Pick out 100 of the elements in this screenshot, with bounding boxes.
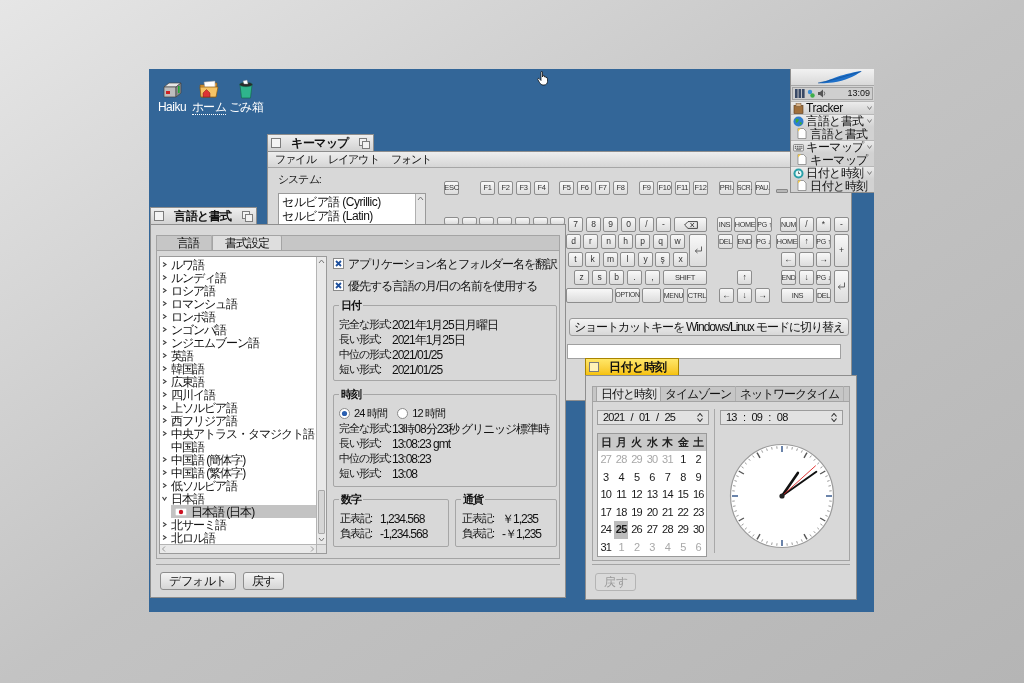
calendar-day[interactable]: 24 <box>598 521 613 539</box>
calendar-day[interactable]: 7 <box>660 468 675 486</box>
chevron-right-icon[interactable] <box>162 522 167 527</box>
tree-row[interactable]: 日本語 <box>160 492 316 505</box>
calendar-day[interactable]: 21 <box>660 503 675 521</box>
close-box-icon[interactable] <box>589 362 599 372</box>
calendar-day[interactable]: 30 <box>691 521 706 539</box>
chevron-right-icon[interactable] <box>162 288 167 293</box>
calendar-day[interactable]: 25 <box>613 521 629 539</box>
menu-item[interactable]: フォント <box>390 154 432 165</box>
tree-row[interactable]: 韓国語 <box>160 362 316 375</box>
dialog-button[interactable]: 戻す <box>242 572 284 590</box>
calendar-day[interactable]: 6 <box>644 468 660 486</box>
radio-label[interactable]: 12 時間 <box>412 408 446 419</box>
calendar-day[interactable]: 28 <box>660 521 675 539</box>
tree-row[interactable]: ロシア語 <box>160 284 316 297</box>
logo-strip[interactable] <box>791 69 874 86</box>
tree-row[interactable]: ルンディ語 <box>160 271 316 284</box>
tree-row[interactable]: 中国語 (簡体字) <box>160 453 316 466</box>
radio-label[interactable]: 24 時間 <box>354 408 388 419</box>
checkbox-label[interactable]: 優先する言語の月/日の名前を使用する <box>348 279 538 292</box>
calendar-day[interactable]: 12 <box>629 486 644 504</box>
tab[interactable]: ネットワークタイム <box>736 386 844 401</box>
calendar-day[interactable]: 3 <box>598 468 613 486</box>
tree-row[interactable]: 四川イ語 <box>160 388 316 401</box>
list-item[interactable]: セルビア語 (Latin) <box>279 209 415 223</box>
chevron-right-icon[interactable] <box>162 535 167 540</box>
tree-row[interactable]: ンゴンバ語 <box>160 323 316 336</box>
tree-row[interactable]: 上ソルビア語 <box>160 401 316 414</box>
chevron-right-icon[interactable] <box>162 392 167 397</box>
calendar-day[interactable]: 29 <box>675 521 691 539</box>
radio-button[interactable] <box>339 408 350 419</box>
list-item[interactable]: セルビア語 (Cyrillic) <box>279 195 415 209</box>
tree-row[interactable]: 中央アトラス・タマジクト語 <box>160 427 316 440</box>
tree-row[interactable]: 日本語 (日本) <box>171 505 316 518</box>
tab[interactable]: 書式設定 <box>212 235 282 250</box>
deskbar-item[interactable]: キーマップ <box>791 140 874 153</box>
chevron-right-icon[interactable] <box>162 262 167 267</box>
chevron-right-icon[interactable] <box>162 314 167 319</box>
checkbox[interactable] <box>333 280 344 291</box>
calendar-day[interactable]: 26 <box>629 521 644 539</box>
chevron-right-icon[interactable] <box>162 418 167 423</box>
calendar-day[interactable]: 27 <box>644 521 660 539</box>
calendar-day[interactable]: 16 <box>691 486 706 504</box>
calendar-day[interactable]: 2 <box>691 451 706 469</box>
calendar-day[interactable]: 4 <box>613 468 629 486</box>
calendar-day[interactable]: 14 <box>660 486 675 504</box>
spinner-arrows-icon[interactable] <box>831 413 837 422</box>
spinner-arrows-icon[interactable] <box>697 413 703 422</box>
clock-text[interactable]: 13:09 <box>847 89 870 98</box>
desktop-icon-label[interactable]: Haiku <box>157 101 187 115</box>
deskbar-item[interactable]: 言語と書式 <box>791 114 874 127</box>
chevron-right-icon[interactable] <box>162 379 167 384</box>
tree-row[interactable]: ルワ語 <box>160 258 316 271</box>
tree-row[interactable]: 中国語 (繁体字) <box>160 466 316 479</box>
radio-button[interactable] <box>397 408 409 419</box>
overlapping-squares-icon[interactable] <box>358 137 370 149</box>
chevron-right-icon[interactable] <box>162 483 167 488</box>
home-folder-icon[interactable] <box>199 79 219 99</box>
calendar-day[interactable]: 19 <box>629 503 644 521</box>
dialog-button[interactable]: デフォルト <box>160 572 236 590</box>
calendar-day[interactable]: 10 <box>598 486 613 504</box>
calendar-day[interactable]: 20 <box>644 503 660 521</box>
calendar-day[interactable]: 9 <box>691 468 706 486</box>
checkbox-label[interactable]: アプリケーション名とフォルダー名を翻訳 <box>348 257 557 270</box>
shortcut-mode-button[interactable]: ショートカットキーを Windows/Linux モードに切り替え <box>568 318 849 336</box>
chevron-right-icon[interactable] <box>162 301 167 306</box>
chevron-right-icon[interactable] <box>162 405 167 410</box>
tree-row[interactable]: 北ロル語 <box>160 531 316 544</box>
scrollbar-thumb[interactable] <box>318 490 325 534</box>
calendar-day[interactable]: 18 <box>613 503 629 521</box>
tree-row[interactable]: 広東語 <box>160 375 316 388</box>
chevron-right-icon[interactable] <box>162 431 167 436</box>
tab[interactable]: 日付と時刻 <box>596 386 661 401</box>
chevron-right-icon[interactable] <box>162 275 167 280</box>
hard-disk-icon[interactable] <box>162 79 182 99</box>
bars-icon[interactable] <box>795 89 805 98</box>
chevron-right-icon[interactable] <box>162 327 167 332</box>
calendar-day[interactable]: 17 <box>598 503 613 521</box>
calendar-day[interactable]: 15 <box>675 486 691 504</box>
chevron-right-icon[interactable] <box>162 340 167 345</box>
chevron-right-icon[interactable] <box>162 457 167 462</box>
time-field[interactable]: 13 : 09 : 08 <box>720 410 843 425</box>
tree-row[interactable]: 中国語 <box>160 440 316 453</box>
chevron-right-icon[interactable] <box>162 353 167 358</box>
speaker-icon[interactable] <box>817 89 826 98</box>
tree-row[interactable]: 西フリジア語 <box>160 414 316 427</box>
tree-row[interactable]: ロマンシュ語 <box>160 297 316 310</box>
close-box-icon[interactable] <box>271 138 281 148</box>
text-input-field[interactable] <box>567 344 841 359</box>
deskbar-item[interactable]: 日付と時刻 <box>791 166 874 179</box>
chevron-right-icon[interactable] <box>162 366 167 371</box>
deskbar-item[interactable]: Tracker <box>791 101 874 114</box>
tree-row[interactable]: 北サーミ語 <box>160 518 316 531</box>
menu-item[interactable]: レイアウト <box>327 154 379 165</box>
calendar-day[interactable]: 1 <box>675 451 691 469</box>
desktop-icon-label[interactable]: ごみ箱 <box>228 101 264 115</box>
tree-row[interactable]: 低ソルビア語 <box>160 479 316 492</box>
calendar-day[interactable]: 31 <box>598 538 613 556</box>
calendar-day[interactable]: 23 <box>691 503 706 521</box>
